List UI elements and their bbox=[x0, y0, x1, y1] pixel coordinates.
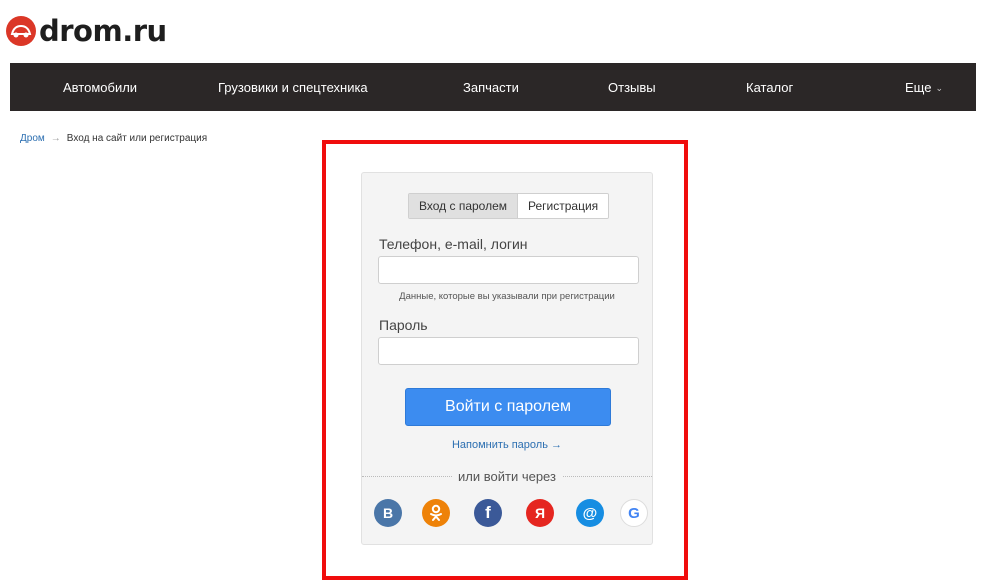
login-input[interactable] bbox=[378, 256, 639, 284]
alt-login-label: или войти через bbox=[452, 469, 562, 484]
facebook-icon[interactable]: f bbox=[474, 499, 502, 527]
auth-tabs: Вход с паролем Регистрация bbox=[408, 193, 610, 219]
mailru-icon[interactable]: @ bbox=[576, 499, 604, 527]
nav-item-parts[interactable]: Запчасти bbox=[463, 80, 519, 95]
breadcrumb-arrow-icon: → bbox=[50, 133, 61, 144]
tab-registration[interactable]: Регистрация bbox=[517, 194, 609, 218]
password-field-label: Пароль bbox=[379, 317, 428, 333]
nav-item-reviews[interactable]: Отзывы bbox=[608, 80, 656, 95]
main-nav: Автомобили Грузовики и спецтехника Запча… bbox=[10, 63, 976, 111]
chevron-down-icon: ⌄ bbox=[935, 82, 943, 93]
tab-password-login[interactable]: Вход с паролем bbox=[409, 194, 517, 218]
login-hint: Данные, которые вы указывали при регистр… bbox=[399, 291, 615, 302]
nav-item-trucks[interactable]: Грузовики и спецтехника bbox=[218, 80, 368, 95]
password-input[interactable] bbox=[378, 337, 639, 365]
breadcrumb-home-link[interactable]: Дром bbox=[20, 133, 45, 144]
google-icon[interactable]: G bbox=[620, 499, 648, 527]
vk-icon[interactable]: B bbox=[374, 499, 402, 527]
breadcrumb-current: Вход на сайт или регистрация bbox=[66, 133, 208, 144]
nav-item-catalog[interactable]: Каталог bbox=[746, 80, 793, 95]
site-logo[interactable]: drom.ru bbox=[6, 14, 167, 48]
logo-text: drom.ru bbox=[39, 14, 167, 48]
nav-item-cars[interactable]: Автомобили bbox=[63, 80, 137, 95]
login-form: Вход с паролем Регистрация Телефон, e-ma… bbox=[361, 172, 653, 545]
nav-more-menu[interactable]: Еще ⌄ bbox=[905, 80, 943, 95]
yandex-icon[interactable]: Я bbox=[526, 499, 554, 527]
nav-more-label: Еще bbox=[905, 79, 932, 95]
remind-password-link[interactable]: Напомнить пароль → bbox=[362, 439, 652, 451]
social-login-buttons: B f Я @ G bbox=[374, 499, 648, 529]
login-field-label: Телефон, e-mail, логин bbox=[379, 236, 528, 252]
alt-login-divider: или войти через bbox=[362, 469, 652, 484]
odnoklassniki-icon[interactable] bbox=[422, 499, 450, 527]
login-submit-button[interactable]: Войти с паролем bbox=[405, 388, 611, 426]
breadcrumb: Дром → Вход на сайт или регистрация bbox=[20, 133, 207, 144]
car-logo-icon bbox=[6, 16, 36, 46]
